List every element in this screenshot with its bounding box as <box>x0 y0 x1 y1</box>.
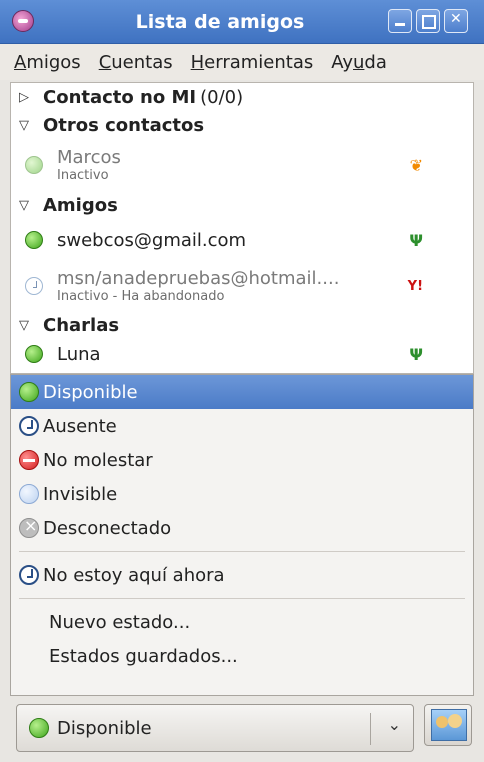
invisible-icon <box>19 484 39 504</box>
menu-amigos[interactable]: Amigos <box>14 52 81 73</box>
buddy-list[interactable]: ▷ Contacto no MI (0/0) ▽ Otros contactos… <box>10 82 474 374</box>
away-icon <box>19 416 39 436</box>
yahoo-icon: Y! <box>407 278 423 294</box>
menu-bar: Amigos Cuentas Herramientas Ayuda <box>0 44 484 80</box>
menu-cuentas[interactable]: Cuentas <box>99 52 173 73</box>
group-charlas[interactable]: ▽ Charlas <box>11 311 473 339</box>
available-icon <box>19 382 39 402</box>
collapse-arrow-icon[interactable]: ▽ <box>19 198 35 213</box>
status-option-ausente[interactable]: Ausente <box>11 409 473 443</box>
saved-statuses-item[interactable]: Estados guardados... <box>11 639 473 673</box>
chevron-down-icon[interactable]: ⌄ <box>388 715 401 734</box>
dropdown-separator <box>370 713 371 745</box>
status-option-invisible[interactable]: Invisible <box>11 477 473 511</box>
collapse-arrow-icon[interactable]: ▽ <box>19 118 35 133</box>
maximize-button[interactable] <box>416 9 440 33</box>
available-status-icon <box>25 231 43 249</box>
minimize-button[interactable] <box>388 9 412 33</box>
status-bar: Disponible ⌄ <box>0 696 484 762</box>
group-otros-contactos[interactable]: ▽ Otros contactos <box>11 111 473 139</box>
expand-arrow-icon[interactable]: ▷ <box>19 90 35 105</box>
status-selector[interactable]: Disponible ⌄ <box>16 704 414 752</box>
new-status-item[interactable]: Nuevo estado... <box>11 605 473 639</box>
status-option-disponible[interactable]: Disponible <box>11 375 473 409</box>
contact-luna[interactable]: Luna Ψ <box>11 339 473 369</box>
close-button[interactable] <box>444 9 468 33</box>
window-titlebar[interactable]: Lista de amigos <box>0 0 484 44</box>
collapse-arrow-icon[interactable]: ▽ <box>19 318 35 333</box>
available-icon <box>29 718 49 738</box>
group-contacto-no-mi[interactable]: ▷ Contacto no MI (0/0) <box>11 83 473 111</box>
gtalk-icon: Ψ <box>409 230 423 250</box>
saved-status-no-estoy-aqui[interactable]: No estoy aquí ahora <box>11 558 473 592</box>
contact-msn-anadepruebas[interactable]: msn/anadepruebas@hotmail.... Inactivo - … <box>11 261 473 311</box>
group-amigos[interactable]: ▽ Amigos <box>11 191 473 219</box>
available-status-icon <box>25 156 43 174</box>
menu-ayuda[interactable]: Ayuda <box>331 52 387 73</box>
status-option-no-molestar[interactable]: No molestar <box>11 443 473 477</box>
buddy-icon-button[interactable] <box>424 704 472 746</box>
available-status-icon <box>25 345 43 363</box>
away-icon <box>19 565 39 585</box>
pidgin-app-icon[interactable] <box>12 10 34 32</box>
gtalk-icon: Ψ <box>409 344 423 364</box>
menu-herramientas[interactable]: Herramientas <box>191 52 314 73</box>
status-popup-menu: Disponible Ausente No molestar Invisible… <box>10 374 474 696</box>
buddy-picture-icon <box>431 709 467 741</box>
offline-icon <box>19 516 39 538</box>
busy-icon <box>19 450 39 470</box>
menu-separator <box>19 551 465 552</box>
status-option-desconectado[interactable]: Desconectado <box>11 511 473 545</box>
window-title: Lista de amigos <box>135 11 305 33</box>
msn-butterfly-icon: ❦ <box>409 155 423 175</box>
away-status-icon <box>25 277 43 295</box>
menu-separator <box>19 598 465 599</box>
contact-marcos[interactable]: Marcos Inactivo ❦ <box>11 139 473 191</box>
contact-swebcos[interactable]: swebcos@gmail.com Ψ <box>11 219 473 261</box>
